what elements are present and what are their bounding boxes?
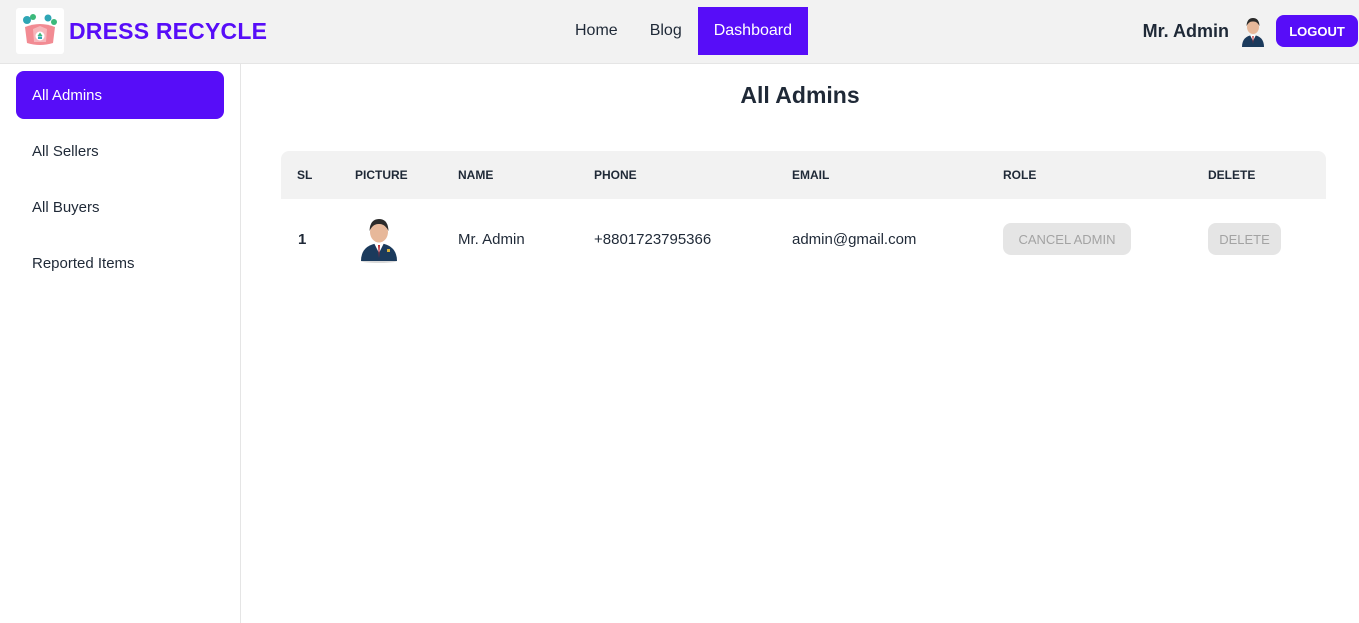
row-name: Mr. Admin xyxy=(458,231,525,248)
top-navbar: DRESS RECYCLE Home Blog Dashboard Mr. Ad… xyxy=(0,0,1359,64)
table-row: 1 Mr. Admin +8801723795366 admin@gmail.c… xyxy=(281,199,1326,279)
admin-avatar-icon[interactable] xyxy=(1239,15,1267,47)
row-email: admin@gmail.com xyxy=(792,231,917,248)
column-header-picture: PICTURE xyxy=(355,168,408,182)
delete-button[interactable]: DELETE xyxy=(1208,223,1281,255)
page-title: All Admins xyxy=(740,82,860,108)
column-header-phone: PHONE xyxy=(594,168,637,182)
column-header-sl: SL xyxy=(297,168,313,182)
table-header: SL PICTURE NAME PHONE EMAIL ROLE DELETE xyxy=(281,151,1326,199)
brand-name: DRESS RECYCLE xyxy=(69,17,268,44)
column-header-name: NAME xyxy=(458,168,494,182)
cancel-admin-button[interactable]: CANCEL ADMIN xyxy=(1003,223,1131,255)
brand[interactable]: DRESS RECYCLE xyxy=(16,8,267,54)
user-area: Mr. Admin LOGOUT xyxy=(1143,15,1359,47)
column-header-delete: DELETE xyxy=(1208,168,1256,182)
admin-avatar-icon xyxy=(357,215,401,263)
row-sl: 1 xyxy=(298,231,307,248)
recycle-logo-icon xyxy=(16,8,64,54)
main-nav: Home Blog Dashboard xyxy=(559,7,808,55)
sidebar-item-reported-items[interactable]: Reported Items xyxy=(16,239,224,287)
column-header-role: ROLE xyxy=(1003,168,1037,182)
column-header-email: EMAIL xyxy=(792,168,830,182)
sidebar-item-all-buyers[interactable]: All Buyers xyxy=(16,183,224,231)
nav-home-link[interactable]: Home xyxy=(559,7,634,55)
dashboard-sidebar: All Admins All Sellers All Buyers Report… xyxy=(0,64,241,623)
nav-blog-link[interactable]: Blog xyxy=(634,7,698,55)
user-name: Mr. Admin xyxy=(1142,20,1229,41)
row-phone: +8801723795366 xyxy=(594,231,712,248)
sidebar-item-all-sellers[interactable]: All Sellers xyxy=(16,127,224,175)
nav-dashboard-link[interactable]: Dashboard xyxy=(697,7,808,55)
sidebar-item-all-admins[interactable]: All Admins xyxy=(16,71,224,119)
logout-button[interactable]: LOGOUT xyxy=(1276,15,1358,47)
